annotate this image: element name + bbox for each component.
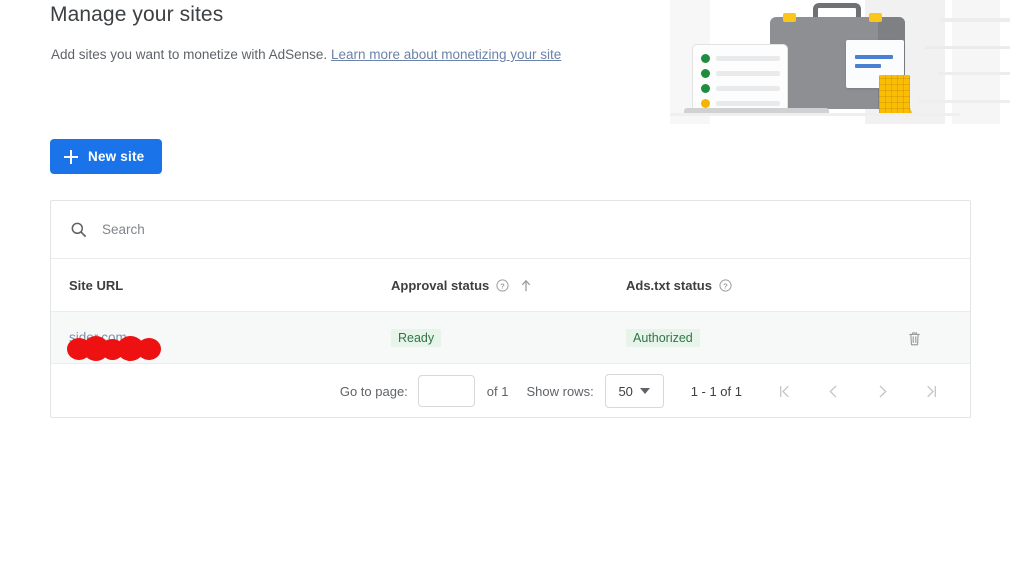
first-page-button[interactable] [760,374,809,408]
pagination-controls: Go to page: of 1 Show rows: 50 1 - 1 of … [340,374,970,408]
column-header-approval-status[interactable]: Approval status ? [391,278,626,293]
cell-site-url: sider.com [51,329,391,361]
site-url-link[interactable]: sider.com [69,330,127,345]
new-site-button-label: New site [88,149,145,164]
chevron-left-icon [829,385,837,397]
briefcase-illustration [670,0,1010,124]
column-label: Site URL [69,277,124,293]
bg-stripe [925,46,1010,49]
status-badge: Ready [391,328,442,347]
bg-stripe [938,72,1010,75]
chevron-right-icon [879,385,887,397]
first-page-icon [780,385,789,397]
new-site-button[interactable]: New site [50,139,163,174]
table-header-row: Site URL Approval status ? Ads.txt statu… [51,259,970,312]
help-circle-icon[interactable]: ? [719,278,732,292]
trash-icon[interactable] [905,328,924,348]
help-circle-icon[interactable]: ? [496,278,509,292]
checkmark-icon [701,84,710,93]
column-header-ads-txt-status[interactable]: Ads.txt status ? [626,278,876,293]
placeholder-line [716,71,780,76]
checkmark-icon [701,69,710,78]
svg-text:?: ? [723,281,728,290]
table-row[interactable]: sider.com Ready Authorized [51,312,970,364]
briefcase-clasp-icon [783,13,796,22]
total-pages-label: of 1 [486,383,509,399]
status-badge: Authorized [626,328,700,347]
go-to-page-label: Go to page: [339,383,408,399]
briefcase-clasp-icon [869,13,882,22]
previous-page-button[interactable] [809,374,858,408]
search-icon [71,222,86,237]
page-number-input[interactable] [417,375,475,407]
result-range-label: 1 - 1 of 1 [690,383,742,399]
last-page-icon [927,385,936,397]
search-bar[interactable]: Search [51,201,970,259]
rows-per-page-select[interactable]: 50 [604,374,664,408]
cell-actions [876,328,970,348]
page-title: Manage your sites [50,3,224,26]
cell-ads-txt-status: Authorized [626,328,876,347]
checkmark-icon [701,54,710,63]
placeholder-line [716,86,780,91]
column-label: Approval status [391,277,490,293]
bg-stripe [918,100,1010,103]
placeholder-line [716,101,780,106]
cell-approval-status: Ready [391,328,626,347]
learn-more-link[interactable]: Learn more about monetizing your site [331,47,561,62]
column-header-site-url[interactable]: Site URL [51,278,391,293]
bg-stripe [940,18,1010,22]
page-subtitle: Add sites you want to monetize with AdSe… [51,47,561,62]
placeholder-line [716,56,780,61]
pending-dot-icon [701,99,710,108]
document-line [855,64,881,68]
last-page-button[interactable] [907,374,956,408]
ground-line [670,113,960,116]
next-page-button[interactable] [858,374,907,408]
svg-text:?: ? [500,281,505,290]
rows-per-page-value: 50 [618,383,633,399]
plus-icon [64,149,78,164]
show-rows-label: Show rows: [526,383,594,399]
coins-stack-icon [879,75,910,115]
pagination-bar: Go to page: of 1 Show rows: 50 1 - 1 of … [51,364,970,418]
search-input[interactable]: Search [102,222,145,237]
column-label: Ads.txt status [626,277,712,293]
subtitle-text: Add sites you want to monetize with AdSe… [51,47,328,62]
page-nav-buttons [760,374,956,408]
sites-table-card: Search Site URL Approval status ? Ads.tx… [50,200,971,418]
manage-sites-page: Manage your sites Add sites you want to … [0,0,1024,576]
laptop-screen-icon [692,44,788,112]
arrow-up-icon[interactable] [520,279,532,292]
document-line [855,55,893,59]
chevron-down-icon [639,388,650,394]
